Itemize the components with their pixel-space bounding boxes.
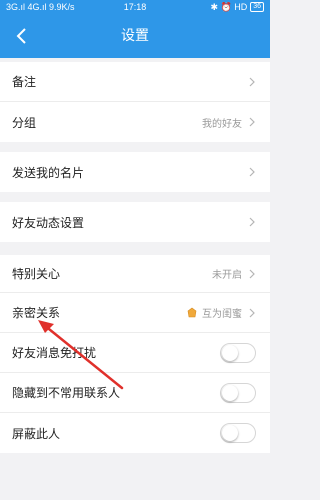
hide-contact-label: 隐藏到不常用联系人	[12, 386, 121, 400]
send-card-row[interactable]: 发送我的名片	[0, 152, 270, 192]
settings-group-dynamic: 好友动态设置	[0, 202, 270, 242]
group-value: 我的好友	[202, 118, 242, 130]
settings-group-relation: 特别关心 未开启 亲密关系 互为闺蜜 好友消息免打扰 隐藏到不常用联系人 屏蔽此…	[0, 255, 270, 453]
relation-badge-icon	[187, 307, 197, 317]
dynamic-settings-label: 好友动态设置	[12, 215, 85, 230]
remark-row[interactable]: 备注	[0, 62, 270, 102]
dynamic-settings-row[interactable]: 好友动态设置	[0, 202, 270, 242]
chevron-right-icon	[249, 77, 255, 86]
send-card-label: 发送我的名片	[12, 165, 85, 180]
page-title: 设置	[121, 28, 149, 44]
toggle-knob	[222, 384, 238, 401]
hide-contact-toggle[interactable]	[220, 382, 256, 403]
block-label: 屏蔽此人	[12, 426, 61, 441]
block-toggle[interactable]	[220, 423, 256, 443]
status-right: ✱ ⏰ HD 36	[210, 0, 264, 14]
chevron-right-icon	[249, 117, 255, 127]
remark-label: 备注	[12, 75, 37, 89]
toggle-knob	[222, 344, 238, 361]
no-disturb-label: 好友消息免打扰	[12, 346, 97, 360]
toggle-knob	[222, 425, 238, 441]
close-relation-label: 亲密关系	[12, 306, 61, 320]
settings-group-basic: 备注 分组 我的好友	[0, 62, 270, 142]
group-row[interactable]: 分组 我的好友	[0, 102, 270, 142]
chevron-right-icon	[249, 269, 255, 278]
chevron-right-icon	[249, 167, 255, 177]
chevron-right-icon	[249, 308, 255, 317]
group-label: 分组	[12, 115, 37, 130]
special-care-label: 特别关心	[12, 267, 61, 281]
status-bar: 3G.ıl 4G.ıl 9.9K/s 17:18 ✱ ⏰ HD 36	[0, 0, 270, 14]
close-relation-row[interactable]: 亲密关系 互为闺蜜	[0, 293, 270, 333]
special-care-value: 未开启	[212, 270, 242, 281]
nav-bar: 设置	[0, 14, 270, 58]
settings-group-card: 发送我的名片	[0, 152, 270, 192]
battery-icon: 36	[250, 2, 264, 12]
special-care-row[interactable]: 特别关心 未开启	[0, 255, 270, 293]
no-disturb-row: 好友消息免打扰	[0, 333, 270, 373]
chevron-right-icon	[249, 217, 255, 227]
no-disturb-toggle[interactable]	[220, 342, 256, 363]
status-icons: ✱ ⏰ HD	[210, 2, 248, 12]
close-relation-value: 互为闺蜜	[202, 309, 242, 320]
hide-contact-row: 隐藏到不常用联系人	[0, 373, 270, 413]
block-row: 屏蔽此人	[0, 413, 270, 453]
